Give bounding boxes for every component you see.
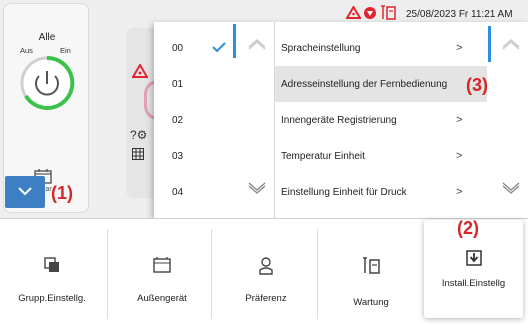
tab-separator [211,229,212,319]
address-item[interactable]: 02 [154,102,274,136]
tab-label: Grupp.Einstellg. [18,293,86,304]
annotation-2: (2) [457,218,479,238]
menu-scrollbar[interactable] [488,26,491,62]
tab-group-settings[interactable]: Grupp.Einstellg. [0,219,104,324]
tool-icon[interactable] [380,5,396,20]
maintenance-icon [363,257,380,274]
preference-icon [259,257,273,275]
tab-label: Install.Einstellg [441,278,506,289]
tab-label: Präferenz [245,293,287,304]
tab-label: Wartung [353,297,389,308]
menu-item-temperature-unit[interactable]: Temperatur Einheit > [275,138,487,174]
tab-maintenance[interactable]: Wartung [318,219,424,324]
address-item[interactable]: 01 [154,66,274,100]
outdoor-unit-icon [153,257,171,273]
help-setting-icon: ?⚙ [130,128,148,142]
chevron-down-icon[interactable] [502,182,520,194]
group-icon [44,257,59,272]
menu-item-pressure-unit[interactable]: Einstellung Einheit für Druck > [275,174,487,210]
chevron-right-icon: > [456,150,463,162]
chevron-right-icon: > [456,186,463,198]
chevron-down-icon[interactable] [248,182,266,194]
chevron-right-icon: > [456,114,463,126]
check-icon [212,42,226,53]
menu-item-language[interactable]: Spracheinstellung > [275,30,487,66]
address-item[interactable]: 03 [154,138,274,172]
annotation-3: (3) [466,75,488,95]
warning-icon [132,64,148,78]
tab-outdoor-unit[interactable]: Außengerät [110,219,214,324]
chevron-up-icon[interactable] [248,38,266,50]
chevron-right-icon: > [456,42,463,54]
install-icon [466,250,482,266]
menu-item-remote-address[interactable]: Adresseinstellung der Fernbedienung [275,66,487,102]
all-units-title: Alle [38,32,56,43]
annotation-1: (1) [51,183,73,203]
chevron-down-icon [18,187,32,196]
tab-separator [107,229,108,319]
chevron-up-icon[interactable] [502,38,520,50]
menu-item-indoor-registration[interactable]: Innengeräte Registrierung > [275,102,487,138]
alert-icon[interactable] [346,6,361,19]
tab-preference[interactable]: Präferenz [214,219,318,324]
tab-label: Außengerät [137,293,187,304]
setting-icon[interactable] [363,6,377,20]
install-settings-popup: 00 01 02 03 04 Spracheinstellung > Adres… [154,22,528,218]
power-button[interactable] [18,54,76,112]
expand-menu-button[interactable] [5,176,45,208]
grid-icon [132,148,144,160]
status-datetime: 25/08/2023 Fr 11:21 AM [406,9,513,20]
